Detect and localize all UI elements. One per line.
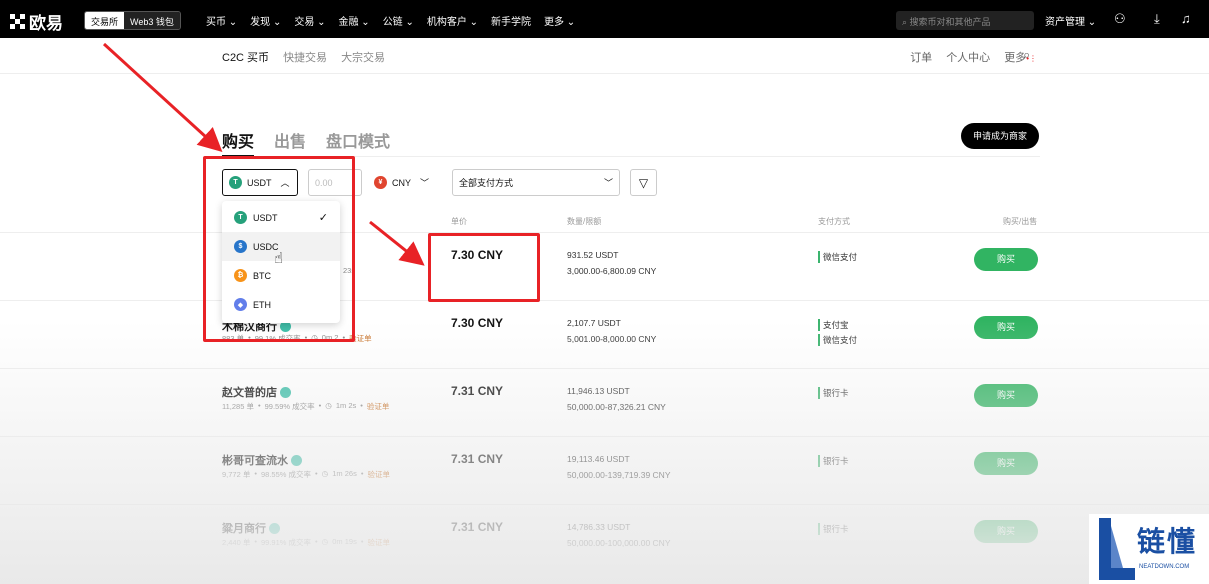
watermark-subtext: NEATDOWN.COM: [1139, 564, 1190, 570]
arrow-to-coin-select: [102, 42, 223, 153]
watermark-l-icon: [1099, 518, 1135, 580]
watermark-text: 链懂: [1137, 526, 1198, 557]
arrow-to-price: [369, 220, 425, 266]
annotation-arrows: [102, 42, 425, 266]
watermark-logo: 链懂 NEATDOWN.COM: [1089, 514, 1209, 584]
